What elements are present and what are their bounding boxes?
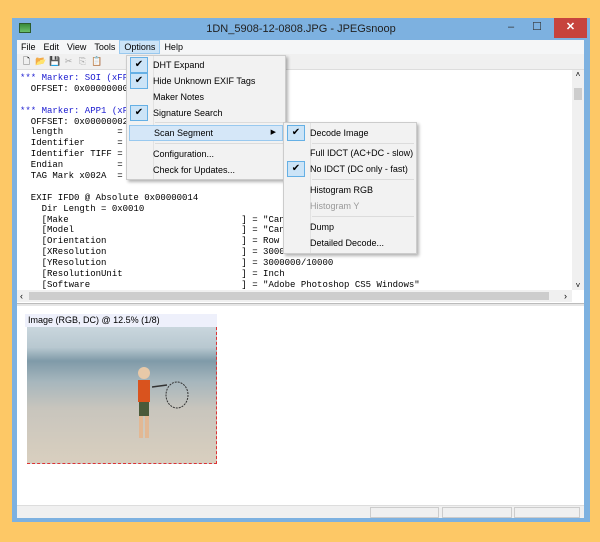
fishing-net	[152, 381, 189, 409]
checkmark-icon: ✔	[130, 105, 148, 121]
menu-item-maker-notes[interactable]: Maker Notes	[129, 89, 283, 105]
submenu-arrow-icon: ▶	[270, 129, 276, 136]
menu-item-label: Scan Segment	[154, 128, 214, 138]
menu-item-full-idct-ac-dc-slow[interactable]: Full IDCT (AC+DC - slow)	[286, 145, 414, 161]
scroll-thumb[interactable]	[574, 88, 582, 100]
menu-item-label: Hide Unknown EXIF Tags	[153, 76, 256, 86]
menu-item-label: Detailed Decode...	[310, 238, 385, 248]
menu-item-dump[interactable]: Dump	[286, 219, 414, 235]
menu-item-label: Dump	[310, 222, 335, 232]
scroll-down-arrow[interactable]: ˅	[572, 281, 584, 290]
title-bar: 1DN_5908-12-0808.JPG - JPEGsnoop – ☐ ✕	[12, 18, 590, 40]
menu-item-histogram-y: Histogram Y	[286, 198, 414, 214]
scroll-up-arrow[interactable]: ˄	[572, 70, 584, 79]
menu-options[interactable]: Options	[119, 40, 161, 54]
menu-tools[interactable]: Tools	[90, 40, 119, 54]
cut-icon[interactable]: ✂	[63, 56, 74, 67]
menu-item-label: Configuration...	[153, 149, 215, 159]
menu-item-no-idct-dc-only-fast[interactable]: ✔ No IDCT (DC only - fast)	[286, 161, 414, 177]
menu-item-label: No IDCT (DC only - fast)	[310, 164, 408, 174]
status-bar	[17, 505, 584, 518]
status-pane-2	[442, 507, 512, 518]
checkmark-icon: ✔	[287, 125, 305, 141]
close-button[interactable]: ✕	[554, 18, 587, 38]
menu-item-label: Signature Search	[153, 108, 223, 118]
paste-icon[interactable]: 📋	[91, 56, 102, 67]
toolbar: 🗋 📂 💾 ✂ ⎘ 📋	[17, 54, 584, 70]
new-file-icon[interactable]: 🗋	[21, 56, 32, 67]
decoded-image-preview	[27, 327, 217, 464]
log-line: [Software ] = "Adobe Photoshop CS5 Windo…	[20, 279, 420, 290]
menu-separator	[155, 122, 283, 123]
menu-item-label: DHT Expand	[153, 60, 205, 70]
menu-item-label: Decode Image	[310, 128, 369, 138]
menu-item-label: Histogram RGB	[310, 185, 374, 195]
menu-item-detailed-decode[interactable]: Detailed Decode...	[286, 235, 414, 251]
copy-icon[interactable]: ⎘	[77, 56, 88, 67]
app-window: 1DN_5908-12-0808.JPG - JPEGsnoop – ☐ ✕ F…	[12, 18, 590, 522]
open-folder-icon[interactable]: 📂	[35, 56, 46, 67]
checkmark-icon: ✔	[287, 161, 305, 177]
menu-item-dht-expand[interactable]: ✔ DHT Expand	[129, 57, 283, 73]
status-pane-3	[514, 507, 580, 518]
scroll-right-arrow[interactable]: ›	[564, 290, 567, 302]
menu-view[interactable]: View	[63, 40, 90, 54]
menu-item-hide-unknown-exif-tags[interactable]: ✔ Hide Unknown EXIF Tags	[129, 73, 283, 89]
menu-help[interactable]: Help	[160, 40, 187, 54]
menu-item-signature-search[interactable]: ✔ Signature Search	[129, 105, 283, 121]
vertical-scrollbar[interactable]: ˄ ˅	[572, 70, 584, 290]
menu-bar: File Edit View Tools Options Help	[17, 40, 584, 54]
menu-separator	[312, 179, 414, 180]
menu-edit[interactable]: Edit	[40, 40, 64, 54]
image-label: Image (RGB, DC) @ 12.5% (1/8)	[25, 314, 217, 327]
menu-item-histogram-rgb[interactable]: Histogram RGB	[286, 182, 414, 198]
scan-segment-submenu: ✔ Decode Image Full IDCT (AC+DC - slow) ✔ No…	[283, 122, 417, 254]
menu-separator	[312, 216, 414, 217]
options-menu: ✔ DHT Expand ✔ Hide Unknown EXIF Tags Maker …	[126, 55, 286, 180]
menu-item-label: Full IDCT (AC+DC - slow)	[310, 148, 414, 158]
checkmark-icon: ✔	[130, 57, 148, 73]
image-pane: Image (RGB, DC) @ 12.5% (1/8)	[17, 306, 584, 505]
maximize-button[interactable]: ☐	[524, 18, 550, 38]
status-pane-1	[370, 507, 439, 518]
menu-item-label: Histogram Y	[310, 201, 360, 211]
menu-separator	[155, 143, 283, 144]
minimize-button[interactable]: –	[500, 18, 522, 38]
menu-separator	[312, 143, 414, 144]
scroll-left-arrow[interactable]: ‹	[20, 290, 23, 302]
menu-item-decode-image[interactable]: ✔ Decode Image	[286, 125, 414, 141]
menu-item-configuration[interactable]: Configuration...	[129, 146, 283, 162]
hscroll-thumb[interactable]	[29, 292, 549, 300]
log-line: [YResolution ] = 3000000/10000	[20, 258, 334, 269]
checkmark-icon: ✔	[130, 73, 148, 89]
menu-item-scan-segment[interactable]: Scan Segment ▶	[129, 125, 283, 141]
horizontal-scrollbar[interactable]: ‹ ›	[17, 290, 572, 302]
client-area: File Edit View Tools Options Help 🗋 📂 💾 …	[17, 40, 584, 518]
log-line: [ResolutionUnit ] = Inch	[20, 269, 285, 280]
menu-file[interactable]: File	[17, 40, 40, 54]
menu-item-label: Maker Notes	[153, 92, 205, 102]
menu-item-check-for-updates[interactable]: Check for Updates...	[129, 162, 283, 178]
save-icon[interactable]: 💾	[49, 56, 60, 67]
menu-item-label: Check for Updates...	[153, 165, 236, 175]
